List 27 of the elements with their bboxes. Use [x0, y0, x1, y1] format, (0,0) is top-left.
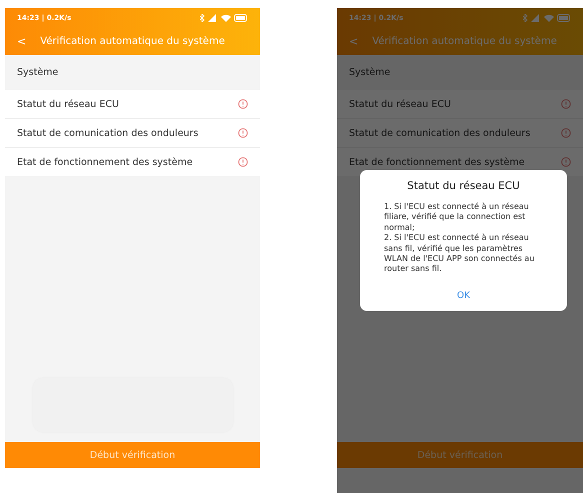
- info-icon[interactable]: [238, 157, 248, 167]
- info-icon[interactable]: [238, 128, 248, 138]
- info-icon[interactable]: [238, 99, 248, 109]
- wifi-icon: [544, 14, 554, 22]
- section-header: Système: [348, 66, 392, 80]
- info-icon[interactable]: [561, 99, 571, 109]
- back-button[interactable]: <: [349, 35, 358, 48]
- battery-icon: [557, 14, 571, 22]
- check-item[interactable]: Statut du réseau ECU: [349, 98, 451, 110]
- info-icon[interactable]: [561, 157, 571, 167]
- dialog-text: 2. Si l'ECU est connecté à un réseau sans fil, vérifié que les paramètres WLAN de l'ECU APP son connectés au router sans fil.: [384, 233, 536, 275]
- check-item[interactable]: Statut du réseau ECU: [17, 98, 119, 110]
- dialog-text: 1. Si l'ECU est connecté à un réseau filiare, vérifié que la connection est normal;: [384, 202, 530, 234]
- dialog-title: Statut du réseau ECU: [406, 180, 521, 192]
- battery-icon: [234, 14, 248, 22]
- signal-icon: [208, 14, 218, 22]
- info-icon[interactable]: [561, 128, 571, 138]
- bluetooth-icon: [523, 14, 528, 22]
- signal-icon: [531, 14, 541, 22]
- bluetooth-icon: [200, 14, 205, 22]
- wifi-icon: [221, 14, 231, 22]
- start-check-button[interactable]: Début vérification: [5, 442, 260, 468]
- back-button[interactable]: <: [17, 35, 26, 48]
- page-title: Vérification automatique du système: [372, 36, 557, 47]
- ok-button[interactable]: OK: [449, 288, 478, 303]
- section-header: Système: [16, 66, 60, 80]
- page-title: Vérification automatique du système: [40, 36, 225, 47]
